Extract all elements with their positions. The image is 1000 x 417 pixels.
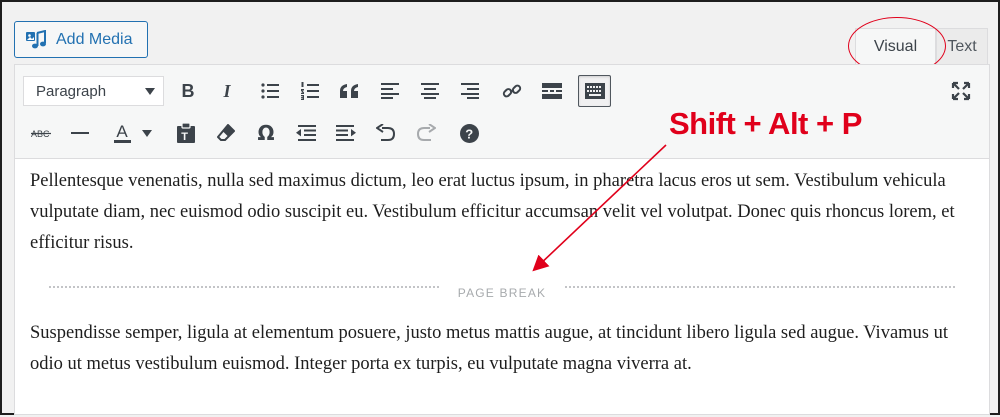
add-media-button[interactable]: Add Media xyxy=(14,21,148,58)
indent-button[interactable] xyxy=(331,118,361,148)
tab-text-label: Text xyxy=(947,38,977,55)
svg-text:T: T xyxy=(181,131,188,143)
numbered-list-icon xyxy=(301,82,319,100)
paste-as-text-button[interactable]: T xyxy=(171,118,201,148)
toolbar-toggle-icon xyxy=(584,83,605,99)
align-left-button[interactable] xyxy=(375,76,405,106)
text-color-icon: A xyxy=(113,121,131,143)
text-color-swatch xyxy=(113,139,131,143)
fullscreen-icon xyxy=(951,81,971,101)
strikethrough-button[interactable]: ABC xyxy=(27,118,57,148)
clear-formatting-icon xyxy=(217,124,235,141)
align-right-icon xyxy=(461,83,479,99)
paste-as-text-icon: T xyxy=(177,123,195,143)
blockquote-icon xyxy=(340,84,358,98)
toolbar-toggle-button[interactable] xyxy=(578,75,611,107)
italic-button[interactable]: I xyxy=(212,76,242,106)
chevron-down-icon xyxy=(142,129,152,137)
page-break-label: PAGE BREAK xyxy=(457,286,547,300)
strikethrough-icon: ABC xyxy=(31,129,51,139)
align-center-button[interactable] xyxy=(415,76,445,106)
page-break-line xyxy=(49,286,439,288)
text-color-glyph: A xyxy=(116,121,128,141)
svg-text:?: ? xyxy=(465,126,473,141)
blockquote-button[interactable] xyxy=(335,76,365,106)
special-character-button[interactable]: Ω xyxy=(251,118,281,148)
paragraph: Suspendisse semper, ligula at elementum … xyxy=(30,323,949,374)
numbered-list-button[interactable] xyxy=(295,76,325,106)
outdent-button[interactable] xyxy=(291,118,321,148)
paragraph: Pellentesque venenatis, nulla sed maximu… xyxy=(30,171,955,253)
redo-icon xyxy=(416,124,436,141)
redo-button[interactable] xyxy=(411,118,441,148)
page-break-line xyxy=(565,286,955,288)
undo-button[interactable] xyxy=(371,118,401,148)
bold-button[interactable]: B xyxy=(173,76,203,106)
undo-icon xyxy=(376,124,396,141)
italic-icon: I xyxy=(223,80,231,101)
format-select-value: Paragraph xyxy=(36,82,107,100)
align-right-button[interactable] xyxy=(455,76,485,106)
bulleted-list-button[interactable] xyxy=(255,76,285,106)
special-character-icon: Ω xyxy=(257,121,275,145)
read-more-icon xyxy=(542,83,562,99)
add-media-label: Add Media xyxy=(56,30,133,48)
insert-link-button[interactable] xyxy=(497,76,527,106)
text-color-button[interactable]: A xyxy=(107,118,137,148)
screenshot-frame: Add Media Visual Text Paragraph B I ABC … xyxy=(0,0,1000,415)
chevron-down-icon xyxy=(145,88,155,95)
page-break: PAGE BREAK xyxy=(49,276,955,300)
add-media-icon xyxy=(25,29,47,50)
bold-icon: B xyxy=(181,80,195,101)
align-left-icon xyxy=(381,83,399,99)
format-select[interactable]: Paragraph xyxy=(23,76,164,106)
clear-formatting-button[interactable] xyxy=(211,118,241,148)
outdent-icon xyxy=(296,125,316,141)
horizontal-line-icon xyxy=(71,132,89,134)
link-icon xyxy=(502,84,522,98)
help-icon: ? xyxy=(459,123,479,143)
shortcut-annotation: Shift + Alt + P xyxy=(669,106,862,141)
read-more-button[interactable] xyxy=(537,76,567,106)
bulleted-list-icon xyxy=(261,83,279,99)
keyboard-shortcuts-help-button[interactable]: ? xyxy=(454,118,484,148)
align-center-icon xyxy=(421,83,439,99)
horizontal-line-button[interactable] xyxy=(65,118,95,148)
fullscreen-button[interactable] xyxy=(946,76,976,106)
indent-icon xyxy=(336,125,356,141)
text-color-dropdown[interactable] xyxy=(139,118,155,148)
